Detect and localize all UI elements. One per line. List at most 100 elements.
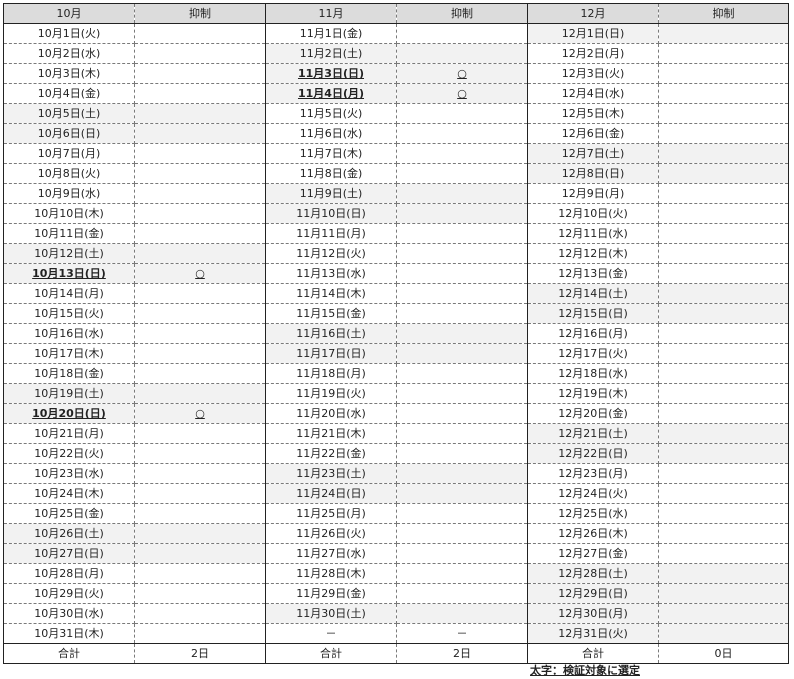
date-cell[interactable]: 10月14日(月) bbox=[3, 283, 135, 304]
suppression-cell[interactable] bbox=[396, 243, 528, 264]
date-cell[interactable]: 10月26日(土) bbox=[3, 523, 135, 544]
date-cell[interactable]: 10月1日(火) bbox=[3, 23, 135, 44]
date-cell[interactable]: 11月10日(日) bbox=[265, 203, 397, 224]
suppression-cell[interactable] bbox=[134, 243, 266, 264]
suppression-cell[interactable] bbox=[134, 483, 266, 504]
suppression-cell[interactable] bbox=[396, 203, 528, 224]
date-cell[interactable]: 12月17日(火) bbox=[527, 343, 659, 364]
suppression-cell[interactable] bbox=[658, 83, 789, 104]
date-cell[interactable]: 12月2日(月) bbox=[527, 43, 659, 64]
suppression-cell[interactable] bbox=[658, 23, 789, 44]
suppression-cell[interactable] bbox=[134, 443, 266, 464]
suppression-cell[interactable] bbox=[134, 583, 266, 604]
date-cell[interactable]: 12月11日(水) bbox=[527, 223, 659, 244]
date-cell[interactable]: 11月2日(土) bbox=[265, 43, 397, 64]
suppression-cell[interactable] bbox=[658, 403, 789, 424]
suppression-cell[interactable] bbox=[134, 463, 266, 484]
suppression-cell[interactable] bbox=[396, 43, 528, 64]
date-cell[interactable]: 12月28日(土) bbox=[527, 563, 659, 584]
date-cell[interactable]: 12月7日(土) bbox=[527, 143, 659, 164]
suppression-cell[interactable] bbox=[134, 223, 266, 244]
suppression-cell[interactable] bbox=[134, 183, 266, 204]
date-cell[interactable]: 11月27日(水) bbox=[265, 543, 397, 564]
suppression-cell[interactable] bbox=[134, 303, 266, 324]
date-cell[interactable]: 12月23日(月) bbox=[527, 463, 659, 484]
suppression-cell[interactable] bbox=[134, 603, 266, 624]
suppression-cell[interactable] bbox=[658, 243, 789, 264]
suppression-cell[interactable] bbox=[134, 23, 266, 44]
date-cell[interactable]: 10月2日(水) bbox=[3, 43, 135, 64]
suppression-cell[interactable] bbox=[396, 543, 528, 564]
date-cell[interactable]: 11月5日(火) bbox=[265, 103, 397, 124]
suppression-cell[interactable] bbox=[658, 103, 789, 124]
date-cell[interactable]: 10月30日(水) bbox=[3, 603, 135, 624]
suppression-cell[interactable] bbox=[134, 523, 266, 544]
date-cell[interactable]: 12月10日(火) bbox=[527, 203, 659, 224]
date-cell[interactable]: 10月19日(土) bbox=[3, 383, 135, 404]
date-cell[interactable]: 10月29日(火) bbox=[3, 583, 135, 604]
date-cell[interactable]: 12月20日(金) bbox=[527, 403, 659, 424]
suppression-cell[interactable] bbox=[134, 203, 266, 224]
date-cell[interactable]: 11月4日(月) bbox=[265, 83, 397, 104]
suppression-cell[interactable] bbox=[396, 583, 528, 604]
suppression-cell[interactable] bbox=[658, 443, 789, 464]
date-cell[interactable]: 10月25日(金) bbox=[3, 503, 135, 524]
suppression-cell[interactable] bbox=[134, 283, 266, 304]
date-cell[interactable]: 10月10日(木) bbox=[3, 203, 135, 224]
suppression-cell[interactable] bbox=[658, 583, 789, 604]
suppression-cell[interactable] bbox=[134, 383, 266, 404]
suppression-cell[interactable] bbox=[134, 43, 266, 64]
suppression-cell[interactable] bbox=[134, 323, 266, 344]
suppression-cell[interactable] bbox=[658, 463, 789, 484]
suppression-cell[interactable] bbox=[658, 63, 789, 84]
date-cell[interactable]: 10月8日(火) bbox=[3, 163, 135, 184]
suppression-cell[interactable] bbox=[658, 523, 789, 544]
date-cell[interactable]: 11月17日(日) bbox=[265, 343, 397, 364]
suppression-cell[interactable]: ○ bbox=[396, 63, 528, 84]
date-cell[interactable]: 12月15日(日) bbox=[527, 303, 659, 324]
date-cell[interactable]: 11月9日(土) bbox=[265, 183, 397, 204]
suppression-cell[interactable] bbox=[658, 303, 789, 324]
date-cell[interactable]: 11月26日(火) bbox=[265, 523, 397, 544]
date-cell[interactable]: 12月6日(金) bbox=[527, 123, 659, 144]
date-cell[interactable]: 12月8日(日) bbox=[527, 163, 659, 184]
suppression-cell[interactable] bbox=[658, 343, 789, 364]
date-cell[interactable]: 11月18日(月) bbox=[265, 363, 397, 384]
date-cell[interactable]: 12月19日(木) bbox=[527, 383, 659, 404]
suppression-cell[interactable] bbox=[658, 363, 789, 384]
suppression-cell[interactable] bbox=[134, 563, 266, 584]
date-cell[interactable]: 12月21日(土) bbox=[527, 423, 659, 444]
suppression-cell[interactable] bbox=[134, 143, 266, 164]
suppression-cell[interactable] bbox=[658, 603, 789, 624]
date-cell[interactable]: 12月30日(月) bbox=[527, 603, 659, 624]
date-cell[interactable]: 10月23日(水) bbox=[3, 463, 135, 484]
date-cell[interactable]: 10月11日(金) bbox=[3, 223, 135, 244]
date-cell[interactable]: 10月24日(木) bbox=[3, 483, 135, 504]
date-cell[interactable]: 11月6日(水) bbox=[265, 123, 397, 144]
suppression-cell[interactable] bbox=[396, 443, 528, 464]
suppression-cell[interactable] bbox=[658, 123, 789, 144]
date-cell[interactable]: 11月29日(金) bbox=[265, 583, 397, 604]
suppression-cell[interactable] bbox=[396, 303, 528, 324]
suppression-cell[interactable] bbox=[396, 283, 528, 304]
date-cell[interactable]: 12月31日(火) bbox=[527, 623, 659, 644]
suppression-cell[interactable] bbox=[396, 463, 528, 484]
date-cell[interactable]: 10月27日(日) bbox=[3, 543, 135, 564]
date-cell[interactable]: 11月16日(土) bbox=[265, 323, 397, 344]
suppression-cell[interactable] bbox=[134, 163, 266, 184]
suppression-cell[interactable] bbox=[658, 503, 789, 524]
header-october[interactable]: 10月 bbox=[3, 3, 135, 24]
date-cell[interactable]: 12月4日(水) bbox=[527, 83, 659, 104]
date-cell[interactable]: 11月15日(金) bbox=[265, 303, 397, 324]
date-cell[interactable]: 10月12日(土) bbox=[3, 243, 135, 264]
suppression-cell[interactable] bbox=[134, 103, 266, 124]
date-cell[interactable]: 12月22日(日) bbox=[527, 443, 659, 464]
date-cell[interactable]: 12月29日(日) bbox=[527, 583, 659, 604]
suppression-cell[interactable] bbox=[658, 563, 789, 584]
date-cell[interactable]: 12月13日(金) bbox=[527, 263, 659, 284]
date-cell[interactable]: 11月20日(水) bbox=[265, 403, 397, 424]
date-cell[interactable]: 12月1日(日) bbox=[527, 23, 659, 44]
date-cell[interactable]: 11月23日(土) bbox=[265, 463, 397, 484]
date-cell[interactable]: 10月5日(土) bbox=[3, 103, 135, 124]
suppression-cell[interactable] bbox=[658, 43, 789, 64]
